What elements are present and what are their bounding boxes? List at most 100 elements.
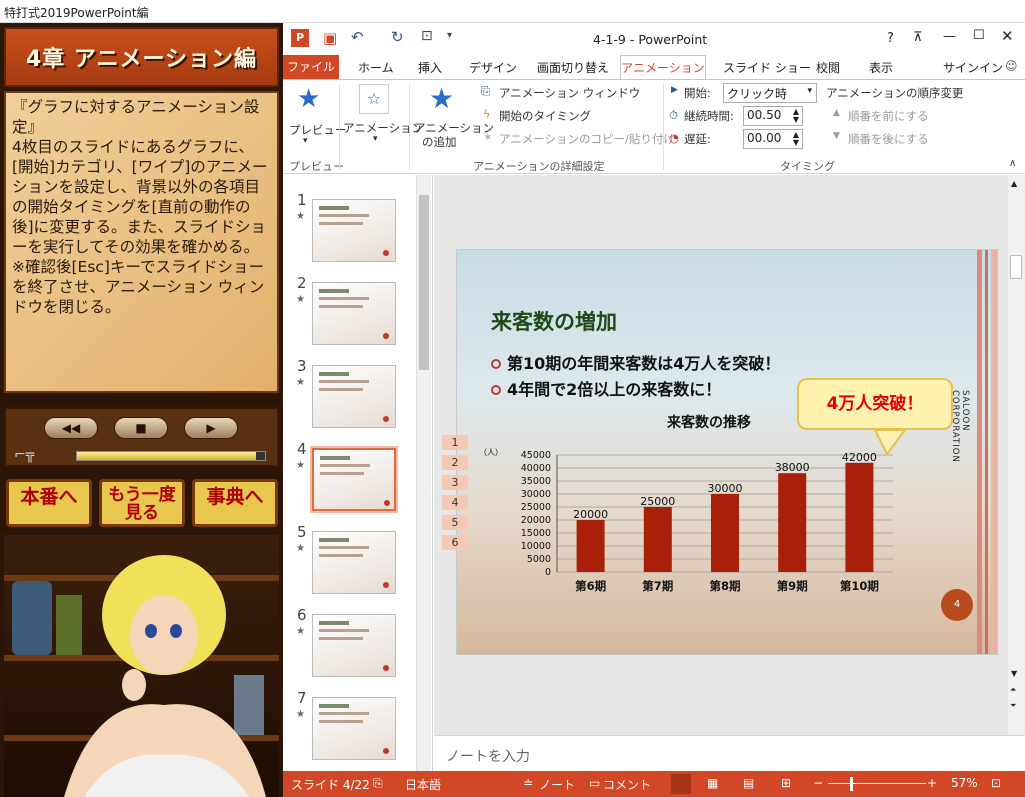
scroll-down-icon[interactable]: ▼ <box>1011 669 1017 678</box>
callout-pointer <box>873 429 907 456</box>
chart-bar <box>576 520 605 572</box>
zoom-in-icon[interactable]: + <box>927 776 937 790</box>
move-earlier-icon: ▲ <box>833 108 840 118</box>
redo-icon[interactable]: ↻ <box>391 28 404 46</box>
normal-view-icon[interactable] <box>671 774 691 794</box>
play-button[interactable]: ▶ <box>184 417 238 439</box>
zoom-level[interactable]: 57% <box>951 776 978 790</box>
add-animation-label-2[interactable]: の追加 <box>422 134 457 150</box>
animation-tag[interactable]: 4 <box>442 495 468 510</box>
tab-view[interactable]: 表示 <box>869 58 893 80</box>
zoom-slider[interactable] <box>828 783 926 784</box>
reading-view-icon[interactable]: ▤ <box>743 776 754 790</box>
y-tick-label: 5000 <box>527 554 551 565</box>
thumbnail-scrollbar[interactable] <box>416 175 431 771</box>
language-indicator[interactable]: 日本語 <box>405 776 441 793</box>
comments-toggle[interactable]: コメント <box>603 776 651 793</box>
bar-chart[interactable]: 来客数の推移 （人） 0 5000 10000 15000 20000 25000 30000 3… <box>457 250 977 655</box>
tab-insert[interactable]: 挿入 <box>418 58 442 80</box>
thumbnail-number: 5 <box>297 523 307 541</box>
delay-input[interactable]: 00.00 ▲ ▼ <box>743 129 803 149</box>
tab-slideshow[interactable]: スライド ショー <box>723 58 811 80</box>
ribbon-display-icon[interactable]: ⊼ <box>913 30 923 45</box>
go-real-button[interactable]: 本番へ <box>6 479 92 527</box>
callout-shape[interactable]: 4万人突破！ <box>797 378 953 430</box>
callout-text: 4万人突破！ <box>826 394 924 414</box>
scrollbar-thumb[interactable] <box>1010 255 1022 279</box>
slide-canvas[interactable]: 来客数の増加 第10期の年間来客数は4万人を突破！ 4年間で2倍以上の来客数に！… <box>456 249 998 655</box>
previous-slide-icon[interactable]: ⏶ <box>1010 685 1016 695</box>
collapse-ribbon-icon[interactable]: ∧ <box>1009 158 1016 169</box>
help-button[interactable]: ? <box>887 31 894 46</box>
maximize-icon[interactable]: ☐ <box>973 28 985 43</box>
animation-tag[interactable]: 6 <box>442 535 468 550</box>
thumbnail-number: 3 <box>297 357 307 375</box>
scrollbar-thumb[interactable] <box>419 195 429 370</box>
duration-value: 00.50 <box>747 108 782 122</box>
y-tick-label: 20000 <box>521 515 551 526</box>
instruction-box: 『グラフに対するアニメーション設定』 4枚目のスライドにあるグラフに、[開始]カ… <box>4 91 279 393</box>
slide-sorter-icon[interactable]: ▦ <box>707 776 718 790</box>
animation-gallery-dropdown-icon[interactable]: ▾ <box>373 134 378 144</box>
slide-thumbnail[interactable] <box>312 199 396 262</box>
scroll-up-icon[interactable]: ▲ <box>1011 179 1017 188</box>
slide-thumbnail[interactable] <box>312 614 396 677</box>
window-title: 4-1-9 - PowerPoint <box>593 32 708 47</box>
fit-to-window-icon[interactable]: ⊡ <box>991 776 1001 790</box>
animation-tag[interactable]: 3 <box>442 475 468 490</box>
spellcheck-icon[interactable]: ⎘ <box>373 776 383 791</box>
animation-painter-button[interactable]: アニメーションのコピー/貼り付け <box>499 131 675 147</box>
slide-thumbnail[interactable] <box>310 446 398 513</box>
powerpoint-logo-icon: P <box>291 29 309 47</box>
x-tick-label: 第6期 <box>575 579 606 593</box>
app-title: 特打式2019PowerPoint編 <box>4 6 149 20</box>
save-icon[interactable]: ▣ <box>323 29 337 47</box>
start-select-value: クリック時 <box>727 87 788 101</box>
move-later-button[interactable]: 順番を後にする <box>848 131 929 147</box>
slide-thumbnail[interactable] <box>312 531 396 594</box>
tab-review[interactable]: 校閲 <box>816 58 840 80</box>
preview-dropdown-icon[interactable]: ▾ <box>303 136 308 146</box>
signin-link[interactable]: サインイン <box>943 58 1003 80</box>
tab-home[interactable]: ホーム <box>358 58 394 80</box>
separator <box>409 84 410 170</box>
slide-border-stripe <box>991 250 997 654</box>
tab-animations[interactable]: アニメーション <box>620 55 706 81</box>
notes-toggle[interactable]: ノート <box>539 776 575 793</box>
next-slide-icon[interactable]: ⏷ <box>1010 701 1016 711</box>
dictionary-button[interactable]: 事典へ <box>192 479 278 527</box>
tab-design[interactable]: デザイン <box>469 58 517 80</box>
slide-thumbnail[interactable] <box>312 697 396 760</box>
user-icon[interactable]: ☺ <box>1005 59 1018 73</box>
start-select[interactable]: クリック時 ▾ <box>723 83 817 103</box>
duration-label: 継続時間: <box>684 109 734 123</box>
animation-tag[interactable]: 5 <box>442 515 468 530</box>
undo-icon[interactable]: ↶ <box>351 28 364 46</box>
powerpoint-window: P ▣ ↶ ↻ ⊡ ▾ 4-1-9 - PowerPoint ? ⊼ — ☐ ✕… <box>283 23 1025 797</box>
customize-qat-icon[interactable]: ▾ <box>447 30 452 41</box>
rewind-button[interactable]: ◀◀ <box>44 417 98 439</box>
slideshow-view-icon[interactable]: ⊞ <box>781 776 791 790</box>
preview-button[interactable]: プレビュー <box>289 122 347 138</box>
slideshow-from-start-icon[interactable]: ⊡ <box>421 28 433 44</box>
editor-scrollbar[interactable]: ▲ ▼ ⏶ ⏷ <box>1008 175 1025 735</box>
close-icon[interactable]: ✕ <box>1001 27 1014 45</box>
slide-thumbnail[interactable] <box>312 365 396 428</box>
animation-tag[interactable]: 2 <box>442 455 468 470</box>
move-earlier-button[interactable]: 順番を前にする <box>848 108 929 124</box>
duration-input[interactable]: 00.50 ▲ ▼ <box>743 106 803 126</box>
slide-thumbnail[interactable] <box>312 282 396 345</box>
stop-button[interactable]: ■ <box>114 417 168 439</box>
tab-file[interactable]: ファイル <box>283 55 339 80</box>
zoom-slider-thumb[interactable] <box>850 777 853 791</box>
animation-gallery-icon[interactable]: ☆ <box>359 84 389 114</box>
tab-transitions[interactable]: 画面切り替え <box>537 58 609 80</box>
animation-pane-button[interactable]: アニメーション ウィンドウ <box>499 85 640 101</box>
notes-pane[interactable]: ノートを入力 <box>434 735 1025 771</box>
trigger-button[interactable]: 開始のタイミング <box>499 108 591 124</box>
zoom-out-icon[interactable]: − <box>813 776 823 790</box>
animation-tag[interactable]: 1 <box>442 435 468 450</box>
minimize-icon[interactable]: — <box>943 29 956 44</box>
replay-button[interactable]: もう一度見る <box>99 479 185 527</box>
animation-gallery-button[interactable]: アニメーション <box>343 120 423 136</box>
